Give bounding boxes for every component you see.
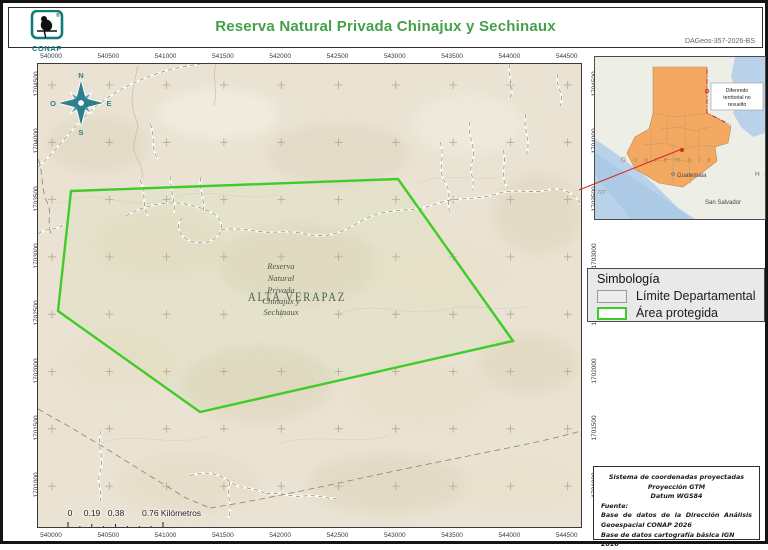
grid-label-top: 541500: [212, 53, 234, 60]
map-canvas: Reserva Natural Privada Chinajux y Sechi…: [38, 64, 581, 520]
grid-label-right: 1701500: [591, 415, 598, 441]
legend-label-departmental-limit: Límite Departamental: [636, 289, 756, 303]
scalebar-label-038: 0.38: [107, 508, 125, 518]
credits-projection: Proyección GTM: [647, 482, 706, 491]
scalebar-label-019: 0.19: [83, 508, 101, 518]
inset-neighbor-label: H o: [755, 171, 765, 178]
legend-item-area-protegida: Área protegida: [597, 306, 755, 320]
grid-label-left: 1703500: [33, 185, 40, 212]
legend-item-limite: Límite Departamental: [597, 289, 756, 303]
scalebar: 0 0.19 0.38 0.76 Kilómetros: [62, 508, 237, 527]
inset-map-canvas: Diferendo territorial no resuelto G u a …: [595, 57, 765, 219]
area-label-line-5: Sechinaux: [264, 307, 299, 317]
grid-label-bottom: 540500: [97, 532, 120, 539]
grid-label-left: 1703000: [33, 243, 40, 269]
grid-label-bottom: 542000: [269, 532, 292, 539]
grid-label-top: 541000: [154, 53, 177, 60]
grid-label-bottom: 542500: [326, 532, 349, 539]
inset-note-line-3: resuelto: [728, 102, 747, 108]
grid-label-top: 540500: [97, 53, 120, 60]
compass-s-label: S: [78, 128, 83, 137]
compass-o-label: O: [50, 99, 56, 108]
grid-label-bottom: 541000: [154, 532, 177, 539]
grid-label-right: 1702000: [591, 357, 598, 384]
grid-label-bottom: 541500: [212, 532, 234, 539]
grid-label-left: 1701000: [33, 472, 40, 498]
scalebar-unit-label: 0.76 Kilómetros: [142, 508, 202, 518]
area-label-line-2: Natural: [267, 273, 295, 283]
grid-label-bottom: 544000: [498, 532, 521, 539]
credits-source-2: Base de datos cartografía básica IGN 201…: [601, 530, 735, 549]
grid-label-bottom: 543000: [383, 532, 406, 539]
grid-label-top: 544500: [555, 53, 578, 60]
grid-label-top: 542000: [269, 53, 292, 60]
credits-source-heading: Fuente:: [601, 501, 629, 510]
grid-label-bottom: 544500: [555, 532, 578, 539]
inset-capital-label: Guatemala: [677, 173, 707, 179]
inset-map: Diferendo territorial no resuelto G u a …: [594, 56, 766, 220]
inset-note: Diferendo territorial no resuelto: [710, 82, 764, 111]
legend-title: Simbología: [597, 272, 660, 286]
inset-corner-label: 72T: [597, 190, 607, 196]
compass-n-label: N: [78, 71, 83, 80]
legend-swatch-protected-area: [597, 306, 627, 320]
credits-coord-system: Sistema de coordenadas proyectadas: [608, 473, 745, 481]
scalebar-label-0: 0: [67, 508, 73, 518]
page-border: ® CONAP Reserva Natural Privada Chinajux…: [0, 0, 768, 548]
inset-note-line-1: Diferendo: [726, 88, 749, 94]
compass-e-label: E: [106, 99, 111, 108]
credits-source-1: Base de datos de la Dirección Análisis G…: [601, 511, 752, 530]
grid-label-top: 544000: [498, 53, 521, 60]
grid-label-left: 1702000: [33, 357, 40, 384]
legend-label-protected-area: Área protegida: [636, 306, 719, 320]
legend: Simbología Límite Departamental Área pro…: [587, 268, 765, 322]
department-label: ALTA VERAPAZ: [248, 290, 346, 304]
scalebar-ticks: [67, 522, 164, 527]
area-label-line-1: Reserva: [266, 261, 294, 271]
credits-datum: Datum WGS84: [650, 492, 703, 501]
inset-location-dot: [680, 148, 684, 152]
grid-label-left: 1704500: [33, 71, 40, 97]
grid-label-bottom: 543500: [441, 532, 463, 539]
grid-label-top: 542500: [326, 53, 349, 60]
credits: Sistema de coordenadas proyectadas Proye…: [593, 466, 760, 548]
inset-note-line-2: territorial no: [723, 95, 751, 101]
map-region: Reserva Natural Privada Chinajux y Sechi…: [13, 51, 598, 543]
legend-swatch-departmental-limit: [597, 289, 627, 303]
grid-label-left: 1704000: [33, 128, 40, 154]
grid-label-left: 1702500: [33, 300, 40, 326]
grid-label-bottom: 540000: [40, 532, 62, 539]
grid-label-left: 1701500: [33, 415, 40, 441]
doc-code: DAGeos-357-2026-BS: [684, 38, 755, 45]
inset-city-label: San Salvador: [705, 200, 741, 206]
map-frame: Reserva Natural Privada Chinajux y Sechi…: [37, 63, 582, 528]
grid-label-top: 543500: [441, 53, 463, 60]
header: ® CONAP Reserva Natural Privada Chinajux…: [8, 7, 763, 53]
grid-label-top: 543000: [383, 53, 406, 60]
page-title: Reserva Natural Privada Chinajux y Sechi…: [215, 18, 556, 35]
inset-capital-dot: [671, 172, 675, 176]
grid-label-top: 540000: [40, 53, 62, 60]
inset-country-label: G u a t e m a l a: [621, 157, 713, 164]
